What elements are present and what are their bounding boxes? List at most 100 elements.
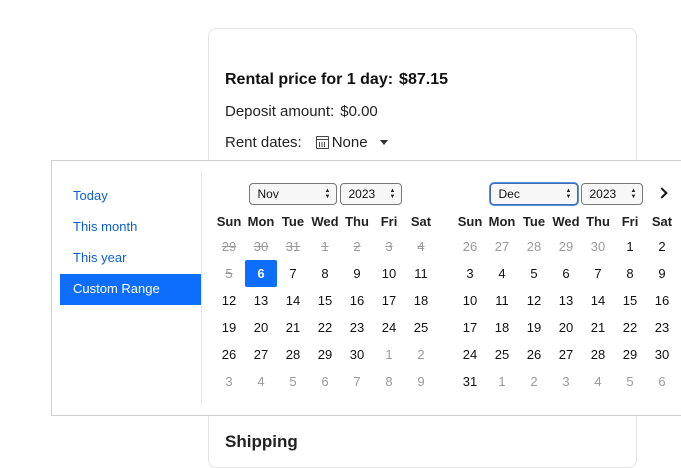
select-arrows-icon: ▲ ▼ bbox=[389, 188, 396, 200]
calendar-day[interactable]: 12 bbox=[518, 287, 550, 314]
range-item[interactable]: Today bbox=[60, 181, 201, 212]
calendar-day[interactable]: 21 bbox=[582, 314, 614, 341]
calendar-day[interactable]: 30 bbox=[646, 341, 678, 368]
calendar-day[interactable]: 30 bbox=[341, 341, 373, 368]
calendar-day[interactable]: 6 bbox=[309, 368, 341, 395]
calendar-day[interactable]: 26 bbox=[518, 341, 550, 368]
calendar-day[interactable]: 9 bbox=[405, 368, 437, 395]
range-item[interactable]: Custom Range bbox=[60, 274, 201, 305]
weekday-header: Sun bbox=[457, 214, 483, 229]
calendar-day[interactable]: 31 bbox=[454, 368, 486, 395]
calendar-day[interactable]: 20 bbox=[245, 314, 277, 341]
calendar-day[interactable]: 29 bbox=[614, 341, 646, 368]
weekday-header: Mon bbox=[488, 214, 516, 229]
calendar-day[interactable]: 5 bbox=[518, 260, 550, 287]
rent-dates-dropdown[interactable]: None bbox=[315, 134, 388, 151]
calendar-day[interactable]: 4 bbox=[582, 368, 614, 395]
deposit-label: Deposit amount: bbox=[225, 103, 335, 120]
deposit-value: $0.00 bbox=[340, 103, 378, 120]
calendar-day[interactable]: 1 bbox=[614, 233, 646, 260]
calendar-day[interactable]: 4 bbox=[245, 368, 277, 395]
calendar-day[interactable]: 15 bbox=[614, 287, 646, 314]
weekday-header: Tue bbox=[522, 214, 546, 229]
calendar-day[interactable]: 9 bbox=[341, 260, 373, 287]
calendar-day[interactable]: 16 bbox=[646, 287, 678, 314]
calendar-day[interactable]: 12 bbox=[213, 287, 245, 314]
calendar-day[interactable]: 15 bbox=[309, 287, 341, 314]
calendar-day[interactable]: 1 bbox=[373, 341, 405, 368]
calendar-day[interactable]: 11 bbox=[486, 287, 518, 314]
caret-down-icon bbox=[379, 140, 388, 145]
calendar-day[interactable]: 7 bbox=[341, 368, 373, 395]
calendar-day[interactable]: 6 bbox=[550, 260, 582, 287]
calendar-day[interactable]: 5 bbox=[614, 368, 646, 395]
month-select-right[interactable]: Dec ▲ ▼ bbox=[489, 183, 578, 205]
calendar-day[interactable]: 11 bbox=[405, 260, 437, 287]
calendar-day[interactable]: 7 bbox=[582, 260, 614, 287]
calendar-day[interactable]: 23 bbox=[646, 314, 678, 341]
selected-day[interactable]: 6 bbox=[245, 260, 277, 287]
calendar-day[interactable]: 30 bbox=[582, 233, 614, 260]
calendar-day[interactable]: 20 bbox=[550, 314, 582, 341]
year-select-left[interactable]: 2023 ▲ ▼ bbox=[339, 183, 402, 205]
calendar-day[interactable]: 9 bbox=[646, 260, 678, 287]
date-range-picker: Today This month This year Custom Range Nov… bbox=[51, 160, 681, 416]
calendar-day[interactable]: 6 bbox=[646, 368, 678, 395]
calendar-day[interactable]: 7 bbox=[277, 260, 309, 287]
calendar-day[interactable]: 17 bbox=[454, 314, 486, 341]
calendar-day[interactable]: 14 bbox=[277, 287, 309, 314]
calendar-day[interactable]: 2 bbox=[646, 233, 678, 260]
calendar-day[interactable]: 21 bbox=[277, 314, 309, 341]
calendar-day[interactable]: 3 bbox=[454, 260, 486, 287]
calendar-day[interactable]: 26 bbox=[213, 341, 245, 368]
calendar-day[interactable]: 26 bbox=[454, 233, 486, 260]
calendar-day[interactable]: 24 bbox=[454, 341, 486, 368]
calendar-day: 4 bbox=[417, 239, 425, 254]
range-item[interactable]: This month bbox=[60, 212, 201, 243]
shipping-heading: Shipping bbox=[225, 432, 298, 451]
calendar-day[interactable]: 27 bbox=[550, 341, 582, 368]
calendar-day[interactable]: 27 bbox=[486, 233, 518, 260]
calendar-day[interactable]: 19 bbox=[518, 314, 550, 341]
calendar-day[interactable]: 23 bbox=[341, 314, 373, 341]
calendar-day[interactable]: 28 bbox=[582, 341, 614, 368]
calendar-day[interactable]: 19 bbox=[213, 314, 245, 341]
next-month-button[interactable] bbox=[655, 186, 669, 200]
calendar-day[interactable]: 22 bbox=[309, 314, 341, 341]
calendar-day[interactable]: 3 bbox=[550, 368, 582, 395]
calendar-day[interactable]: 13 bbox=[550, 287, 582, 314]
calendar-day[interactable]: 28 bbox=[518, 233, 550, 260]
calendar-day[interactable]: 3 bbox=[213, 368, 245, 395]
calendar-day[interactable]: 1 bbox=[486, 368, 518, 395]
calendar-day[interactable]: 13 bbox=[245, 287, 277, 314]
calendar-day[interactable]: 2 bbox=[518, 368, 550, 395]
month-select-left[interactable]: Nov ▲ ▼ bbox=[248, 183, 337, 205]
calendar-day[interactable]: 16 bbox=[341, 287, 373, 314]
calendar-day[interactable]: 17 bbox=[373, 287, 405, 314]
calendar-day[interactable]: 29 bbox=[550, 233, 582, 260]
rental-price-line: Rental price for 1 day: $87.15 bbox=[225, 71, 448, 89]
calendar-day[interactable]: 10 bbox=[454, 287, 486, 314]
calendar-day[interactable]: 5 bbox=[277, 368, 309, 395]
calendar-day[interactable]: 8 bbox=[614, 260, 646, 287]
calendar-day[interactable]: 18 bbox=[486, 314, 518, 341]
calendar-day[interactable]: 10 bbox=[373, 260, 405, 287]
calendar-day[interactable]: 4 bbox=[486, 260, 518, 287]
calendar-day[interactable]: 22 bbox=[614, 314, 646, 341]
calendar-day[interactable]: 29 bbox=[309, 341, 341, 368]
calendar-grid-right: Sun Mon Tue Wed Thu Fri Sat 26 27 28 29 30 1 2 3 4 5 6 7 8 9… bbox=[454, 211, 678, 395]
year-select-right[interactable]: 2023 ▲ ▼ bbox=[580, 183, 643, 205]
calendar-day[interactable]: 18 bbox=[405, 287, 437, 314]
calendar-day[interactable]: 8 bbox=[373, 368, 405, 395]
calendar-day[interactable]: 27 bbox=[245, 341, 277, 368]
calendar-day[interactable]: 24 bbox=[373, 314, 405, 341]
calendar-day[interactable]: 25 bbox=[405, 314, 437, 341]
calendar-day[interactable]: 28 bbox=[277, 341, 309, 368]
calendar-day[interactable]: 25 bbox=[486, 341, 518, 368]
calendar-day[interactable]: 14 bbox=[582, 287, 614, 314]
weekday-header: Fri bbox=[621, 214, 639, 229]
calendar-day[interactable]: 8 bbox=[309, 260, 341, 287]
weekday-header: Thu bbox=[586, 214, 610, 229]
calendar-day[interactable]: 2 bbox=[405, 341, 437, 368]
range-item[interactable]: This year bbox=[60, 243, 201, 274]
